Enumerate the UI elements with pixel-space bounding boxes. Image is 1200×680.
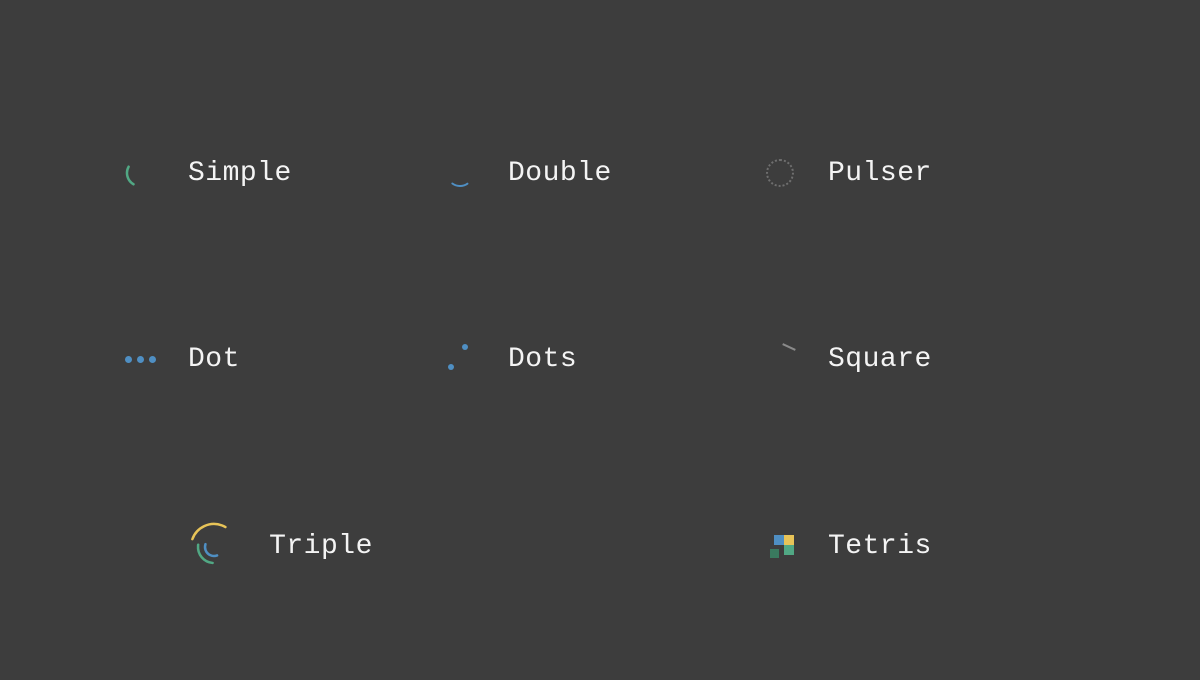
spinner-label: Tetris	[828, 531, 932, 562]
double-spinner-icon	[440, 153, 480, 193]
dot-spinner-icon	[120, 340, 160, 380]
spinner-label: Triple	[269, 531, 373, 562]
triple-spinner-icon	[187, 520, 241, 574]
spinner-label: Double	[508, 158, 612, 189]
spinner-item-double[interactable]: Double	[440, 80, 760, 267]
spinner-item-dot[interactable]: Dot	[120, 267, 440, 454]
spinner-item-square[interactable]: Square	[760, 267, 1080, 454]
tetris-spinner-icon	[760, 527, 800, 567]
spinner-item-triple[interactable]: Triple	[120, 453, 440, 640]
spinner-label: Pulser	[828, 158, 932, 189]
spinner-item-dots[interactable]: Dots	[440, 267, 760, 454]
square-spinner-icon	[760, 340, 800, 380]
spinner-gallery: Simple Double Pulser Dot Dots Square	[0, 0, 1200, 680]
spinner-label: Dot	[188, 344, 240, 375]
spinner-label: Dots	[508, 344, 577, 375]
spinner-item-pulser[interactable]: Pulser	[760, 80, 1080, 267]
spinner-item-simple[interactable]: Simple	[120, 80, 440, 267]
simple-spinner-icon	[120, 153, 160, 193]
pulser-spinner-icon	[760, 153, 800, 193]
dots-spinner-icon	[440, 340, 480, 380]
spacer	[440, 453, 760, 640]
spinner-label: Simple	[188, 158, 292, 189]
spinner-item-tetris[interactable]: Tetris	[760, 453, 1080, 640]
spinner-label: Square	[828, 344, 932, 375]
